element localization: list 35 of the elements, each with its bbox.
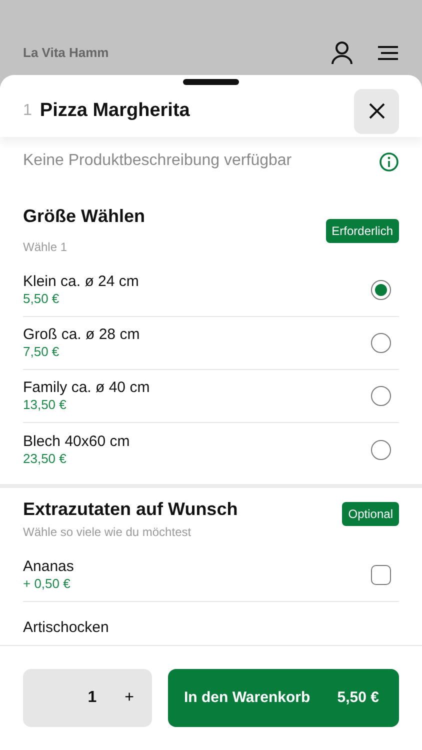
close-button[interactable] [354, 88, 399, 134]
section-title: Extrazutaten auf Wunsch [23, 498, 238, 521]
product-title: Pizza Margherita [40, 98, 191, 123]
radio-button[interactable] [371, 440, 391, 460]
section-subtitle: Wähle 1 [23, 239, 68, 256]
close-icon [368, 102, 386, 120]
increase-button[interactable]: + [124, 686, 134, 710]
menu-icon[interactable] [377, 44, 399, 60]
add-to-cart-button[interactable]: In den Warenkorb 5,50 € [168, 669, 399, 727]
user-icon[interactable] [331, 40, 353, 64]
quantity-label: 1 [23, 101, 32, 121]
status-badge: Erforderlich [326, 219, 399, 243]
option-price: + 0,50 € [23, 576, 72, 592]
drag-handle[interactable] [183, 79, 239, 85]
restaurant-name: La Vita Hamm [23, 44, 110, 62]
option-price: 5,50 € [23, 291, 60, 307]
radio-button[interactable] [371, 386, 391, 406]
description-text: Keine Produktbeschreibung verfügbar [23, 151, 292, 171]
info-icon[interactable] [379, 152, 399, 172]
option-name: Klein ca. ø 24 cm [23, 273, 139, 292]
radio-button[interactable] [371, 333, 391, 353]
section-subtitle: Wähle so viele wie du möchtest [23, 524, 192, 541]
checkbox[interactable] [371, 565, 391, 585]
option-price: 7,50 € [23, 344, 60, 360]
quantity-value: 1 [88, 688, 97, 708]
option-name: Artischocken [23, 619, 109, 637]
option-name: Ananas [23, 558, 74, 576]
option-price: 23,50 € [23, 450, 68, 466]
status-badge: Optional [342, 502, 399, 526]
option-price: 13,50 € [23, 397, 68, 413]
option-name: Groß ca. ø 28 cm [23, 326, 140, 344]
option-name: Family ca. ø 40 cm [23, 379, 150, 398]
option-name: Blech 40x60 cm [23, 432, 130, 451]
radio-button[interactable] [371, 280, 391, 300]
section-title: Größe Wählen [23, 205, 146, 228]
